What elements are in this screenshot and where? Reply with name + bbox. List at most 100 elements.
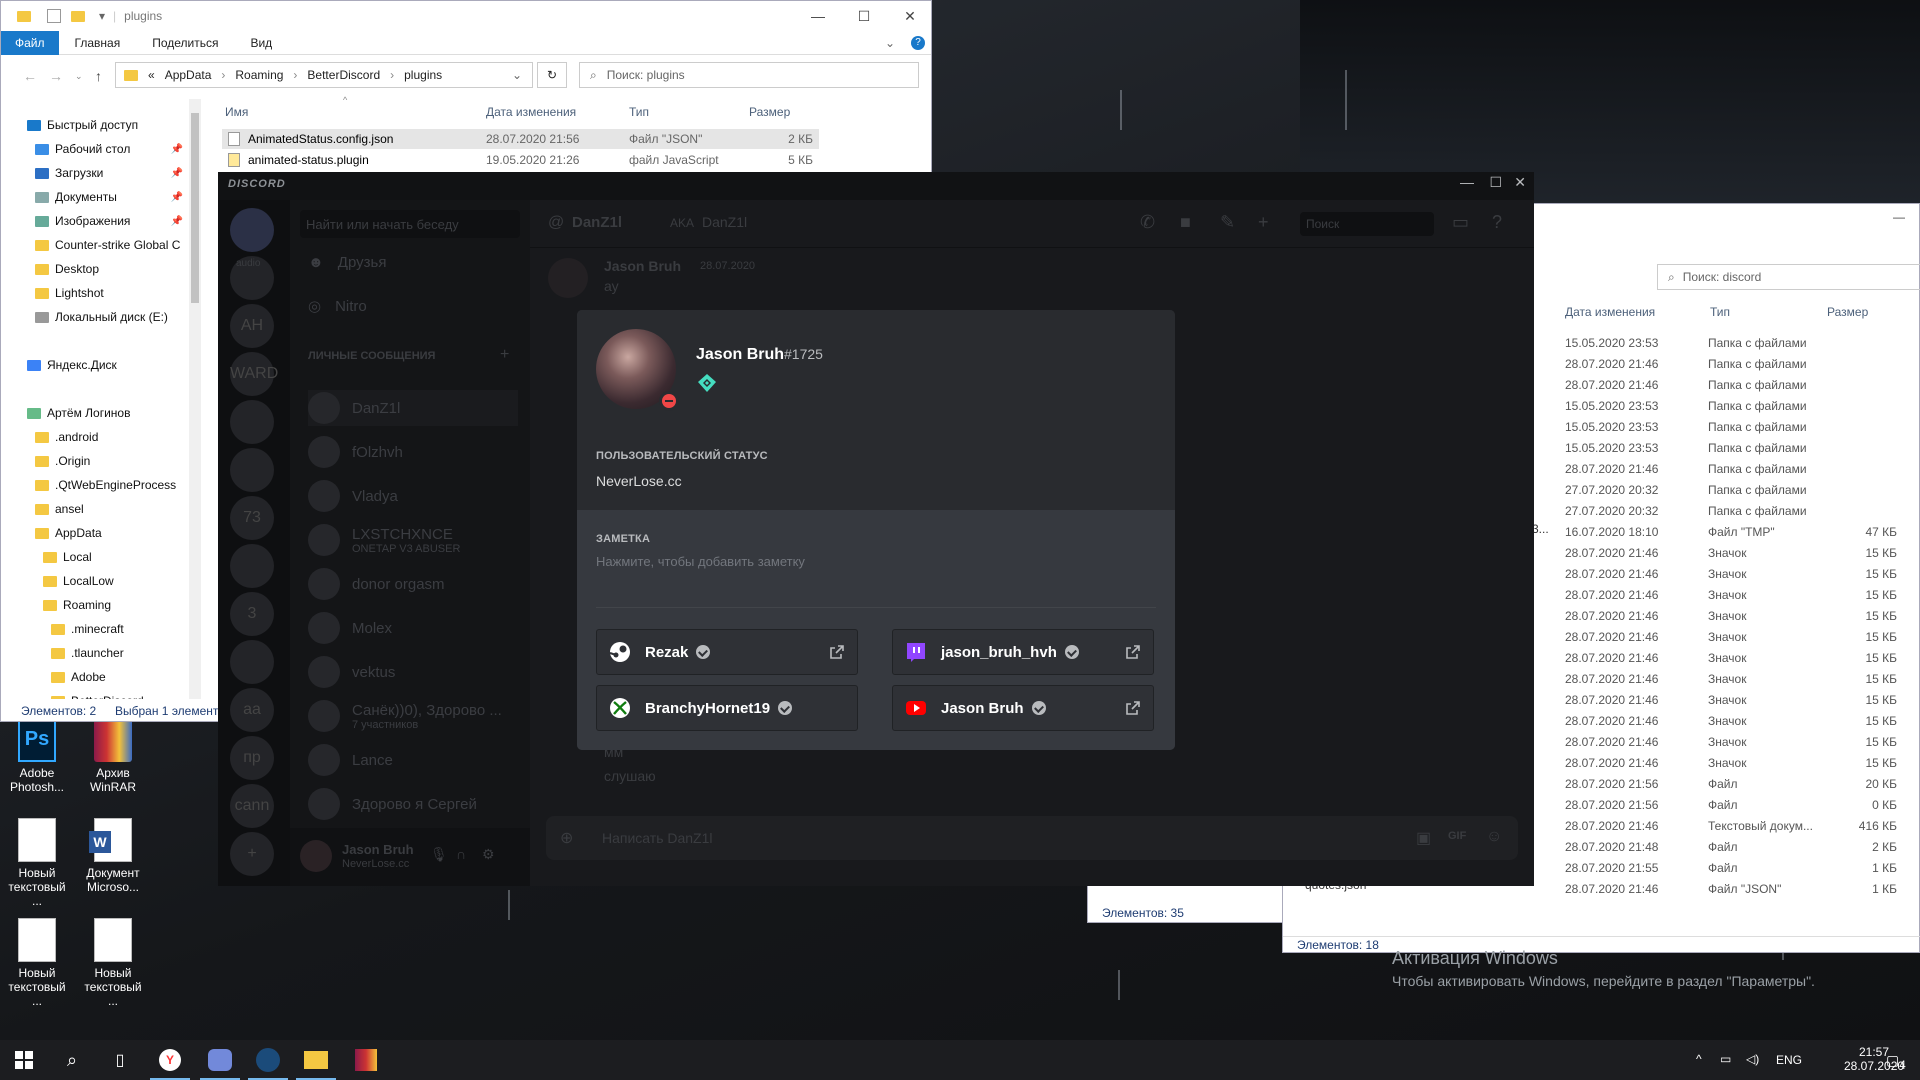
minimize-button[interactable]: —: [1893, 210, 1905, 224]
ribbon-tab-view[interactable]: Вид: [234, 36, 288, 50]
dm-item[interactable]: Здорово я Сергей: [308, 786, 477, 822]
emoji-icon[interactable]: ☺: [1486, 828, 1502, 846]
nav-item[interactable]: .tlauncher: [11, 641, 189, 665]
server-icon[interactable]: 73: [230, 496, 274, 540]
server-icon[interactable]: 3: [230, 592, 274, 636]
server-icon[interactable]: aa: [230, 688, 274, 732]
column-header-name[interactable]: Имя: [225, 105, 248, 119]
file-row[interactable]: 16.07.2020 18:10 Файл "TMP" 47 КБ: [1565, 522, 1905, 543]
server-icon[interactable]: WARD: [230, 352, 278, 396]
refresh-button[interactable]: ↻: [537, 62, 567, 88]
server-icon[interactable]: [230, 400, 274, 444]
nav-item[interactable]: LocalLow: [11, 569, 189, 593]
nav-item[interactable]: .android: [11, 425, 189, 449]
file-row[interactable]: 28.07.2020 21:46 Значок 15 КБ: [1565, 627, 1905, 648]
nitro-nav[interactable]: ◎ Nitro: [308, 288, 367, 324]
taskbar-steam[interactable]: [244, 1040, 292, 1080]
file-row[interactable]: 28.07.2020 21:46 Значок 15 КБ: [1565, 585, 1905, 606]
external-link-icon[interactable]: [1125, 700, 1141, 716]
file-row[interactable]: 15.05.2020 23:53 Папка с файлами: [1565, 417, 1905, 438]
desktop-icon-text-file[interactable]: Новый текстовый ...: [78, 918, 148, 1008]
nav-item[interactable]: Desktop: [11, 257, 189, 281]
address-bar[interactable]: « AppData › Roaming › BetterDiscord › plugi…: [115, 62, 533, 88]
home-button[interactable]: [230, 208, 274, 252]
column-header-date[interactable]: Дата изменения: [1565, 305, 1655, 319]
headphones-icon[interactable]: ∩: [456, 846, 466, 862]
breadcrumb-appdata[interactable]: AppData: [165, 68, 212, 82]
nav-item[interactable]: Документы 📌: [11, 185, 189, 209]
chevron-down-icon[interactable]: ⌄: [512, 68, 522, 82]
minimize-button[interactable]: —: [795, 1, 841, 31]
nav-scrollbar[interactable]: [189, 99, 201, 699]
server-icon[interactable]: cann: [230, 784, 274, 828]
taskbar-discord[interactable]: [196, 1040, 244, 1080]
hypesquad-balance-icon[interactable]: [696, 372, 718, 394]
dm-item[interactable]: Санёк))0), Здорово ... 7 участников: [308, 698, 502, 734]
dm-search-input[interactable]: Найти или начать беседу: [300, 210, 520, 238]
desktop-icon-text-file[interactable]: Новый текстовый ...: [2, 918, 72, 1008]
file-row[interactable]: 28.07.2020 21:56 Файл 20 КБ: [1565, 774, 1905, 795]
dm-item[interactable]: LXSTCHXNCE ONETAP V3 ABUSER: [308, 522, 460, 558]
start-button[interactable]: [0, 1040, 48, 1080]
server-icon[interactable]: [230, 448, 274, 492]
file-row[interactable]: 28.07.2020 21:46 Значок 15 КБ: [1565, 564, 1905, 585]
desktop-icon-text-file[interactable]: Новый текстовый ...: [2, 818, 72, 908]
friends-nav[interactable]: ☻ Друзья: [308, 244, 386, 280]
server-icon[interactable]: +: [230, 832, 274, 876]
file-row[interactable]: 28.07.2020 21:46 Значок 15 КБ: [1565, 732, 1905, 753]
file-row[interactable]: 15.05.2020 23:53 Папка с файлами: [1565, 438, 1905, 459]
file-row[interactable]: 27.07.2020 20:32 Папка с файлами: [1565, 480, 1905, 501]
server-icon[interactable]: AH: [230, 304, 274, 348]
desktop-icon-word[interactable]: W Документ Microso...: [78, 818, 148, 894]
close-button[interactable]: ✕: [1514, 174, 1526, 191]
file-row[interactable]: 28.07.2020 21:46 Папка с файлами: [1565, 354, 1905, 375]
server-icon[interactable]: пр: [230, 736, 274, 780]
file-row[interactable]: 28.07.2020 21:46 Файл "JSON" 1 КБ: [1565, 879, 1905, 900]
chat-search-input[interactable]: Поиск: [1300, 212, 1434, 236]
file-row-selected[interactable]: AnimatedStatus.config.json 28.07.2020 21…: [222, 129, 819, 149]
gift-icon[interactable]: ▣: [1416, 828, 1431, 848]
message-composer[interactable]: ⊕ Написать DanZ1l ▣ GIF ☺: [546, 816, 1518, 860]
file-row[interactable]: 27.07.2020 20:32 Папка с файлами: [1565, 501, 1905, 522]
ribbon-expand-icon[interactable]: ⌄: [869, 36, 911, 50]
breadcrumb-roaming[interactable]: Roaming: [235, 68, 283, 82]
taskbar-file-explorer[interactable]: [292, 1040, 340, 1080]
microphone-icon[interactable]: 🎙: [430, 846, 448, 863]
nav-item[interactable]: Counter-strike Global C: [11, 233, 189, 257]
connection-twitch[interactable]: jason_bruh_hvh: [892, 629, 1154, 675]
title-bar[interactable]: ▾ | plugins — ☐ ✕: [1, 1, 931, 31]
breadcrumb-betterdiscord[interactable]: BetterDiscord: [307, 68, 380, 82]
dm-item[interactable]: donor orgasm: [308, 566, 445, 602]
file-row[interactable]: 28.07.2020 21:46 Папка с файлами: [1565, 459, 1905, 480]
settings-gear-icon[interactable]: ⚙: [482, 846, 495, 863]
external-link-icon[interactable]: [829, 644, 845, 660]
taskbar-winrar[interactable]: [342, 1040, 390, 1080]
file-row[interactable]: 28.07.2020 21:46 Значок 15 КБ: [1565, 753, 1905, 774]
nav-item[interactable]: Яндекс.Диск: [11, 353, 189, 377]
nav-item[interactable]: .minecraft: [11, 617, 189, 641]
dm-item[interactable]: Vladya: [308, 478, 398, 514]
dm-item[interactable]: Molex: [308, 610, 392, 646]
search-input[interactable]: ⌕ Поиск: discord: [1657, 264, 1920, 290]
message-author[interactable]: Jason Bruh: [604, 258, 681, 274]
nav-item[interactable]: Рабочий стол 📌: [11, 137, 189, 161]
video-icon[interactable]: ■: [1180, 212, 1191, 233]
back-arrow-icon[interactable]: ←: [23, 68, 37, 84]
dm-item[interactable]: Lance: [308, 742, 393, 778]
pin-icon[interactable]: ✎: [1220, 212, 1235, 233]
minimize-button[interactable]: —: [1460, 174, 1474, 190]
recent-chevron-icon[interactable]: ⌄: [75, 71, 83, 82]
quick-access-toolbar-chevron-icon[interactable]: ▾: [99, 9, 105, 23]
forward-arrow-icon[interactable]: →: [49, 68, 63, 84]
nav-item[interactable]: Lightshot: [11, 281, 189, 305]
attach-plus-icon[interactable]: ⊕: [560, 828, 573, 848]
nav-item[interactable]: Локальный диск (E:): [11, 305, 189, 329]
dm-item[interactable]: vektus: [308, 654, 395, 690]
language-indicator[interactable]: ENG: [1776, 1053, 1802, 1067]
connection-xbox[interactable]: BranchyHornet19: [596, 685, 858, 731]
taskbar-yandex-browser[interactable]: Y: [146, 1040, 194, 1080]
ribbon-tab-file[interactable]: Файл: [1, 30, 59, 55]
nav-item[interactable]: ansel: [11, 497, 189, 521]
nav-item[interactable]: Adobe: [11, 665, 189, 689]
dm-item[interactable]: fOlzhvh: [308, 434, 403, 470]
